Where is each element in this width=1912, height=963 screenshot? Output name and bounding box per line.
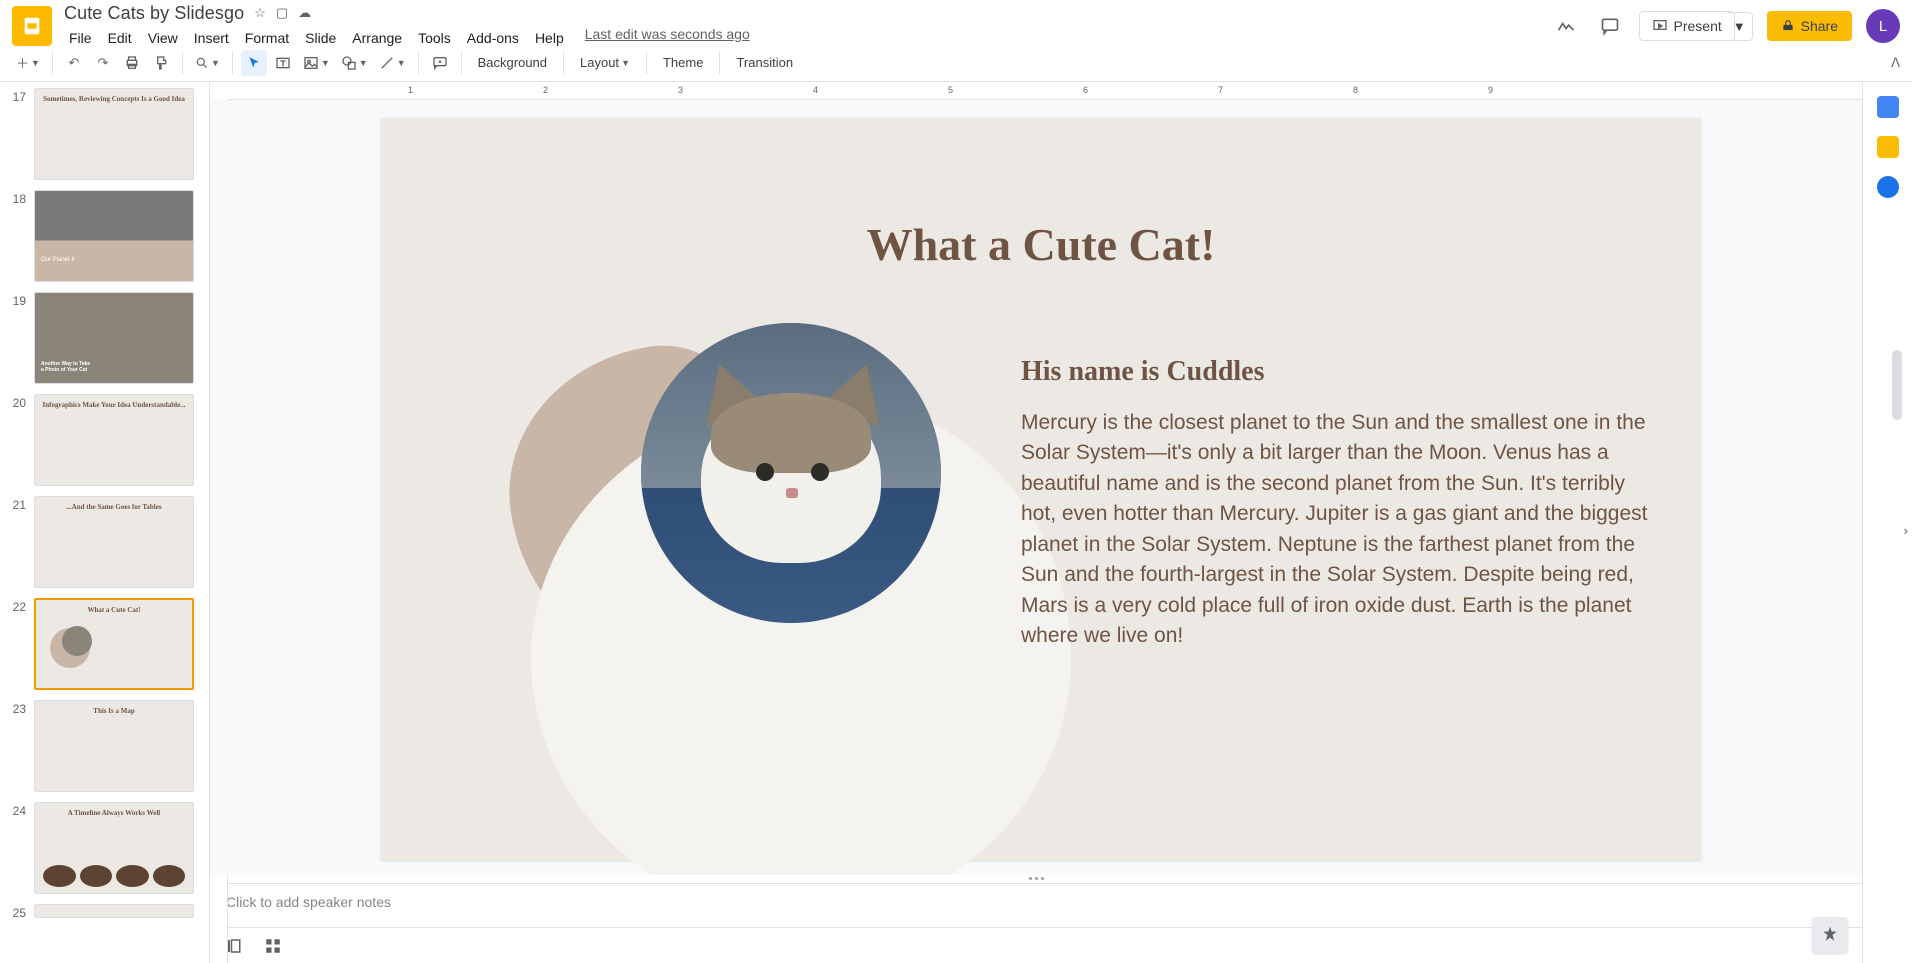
- thumbnail-19[interactable]: Another Way to Take a Photo of Your Cat: [34, 292, 194, 384]
- collapse-toolbar-icon[interactable]: ᐱ: [1891, 55, 1900, 71]
- header: Cute Cats by Slidesgo ☆ ▢ ☁ File Edit Vi…: [0, 0, 1912, 44]
- slide-num: 23: [8, 700, 26, 792]
- thumbnail-21[interactable]: ...And the Same Goes for Tables: [34, 496, 194, 588]
- redo-button[interactable]: ↷: [90, 50, 116, 76]
- app-root: Cute Cats by Slidesgo ☆ ▢ ☁ File Edit Vi…: [0, 0, 1912, 963]
- slide-num: 19: [8, 292, 26, 384]
- slide-body-text[interactable]: Mercury is the closest planet to the Sun…: [1021, 408, 1661, 652]
- slide-subtitle-text[interactable]: His name is Cuddles: [1021, 356, 1265, 388]
- notes-divider[interactable]: [210, 875, 1862, 883]
- zoom-button[interactable]: ▼: [191, 50, 224, 76]
- layout-button[interactable]: Layout▼: [572, 50, 638, 76]
- cat-photo[interactable]: [641, 323, 941, 623]
- thumbnail-23[interactable]: This Is a Map: [34, 700, 194, 792]
- present-button[interactable]: Present: [1639, 11, 1735, 41]
- textbox-tool[interactable]: [270, 50, 296, 76]
- layout-label: Layout: [580, 55, 619, 70]
- share-label: Share: [1801, 18, 1838, 34]
- activity-icon[interactable]: [1551, 11, 1581, 41]
- side-rail: ›: [1862, 82, 1912, 963]
- hide-side-panel-icon[interactable]: ›: [1904, 523, 1908, 538]
- transition-button[interactable]: Transition: [728, 50, 801, 76]
- thumbnail-18[interactable]: Our Planet II: [34, 190, 194, 282]
- slides-logo[interactable]: [12, 6, 52, 46]
- bottom-bar: [210, 927, 1862, 963]
- thumbnail-22[interactable]: What a Cute Cat!: [34, 598, 194, 690]
- theme-button[interactable]: Theme: [655, 50, 711, 76]
- new-slide-button[interactable]: ＋▼: [12, 50, 44, 76]
- slide-num: 24: [8, 802, 26, 894]
- speaker-notes[interactable]: Click to add speaker notes: [210, 883, 1862, 927]
- thumbnail-17[interactable]: Sometimes, Reviewing Concepts Is a Good …: [34, 88, 194, 180]
- line-tool[interactable]: ▼: [375, 50, 410, 76]
- move-icon[interactable]: ▢: [276, 5, 288, 21]
- explore-button[interactable]: [1812, 917, 1848, 953]
- slide-num: 21: [8, 496, 26, 588]
- slide-num: 20: [8, 394, 26, 486]
- thumbnail-25[interactable]: [34, 904, 194, 918]
- canvas-viewport[interactable]: What a Cute Cat! His name is Cuddles Mer…: [210, 100, 1862, 875]
- present-dropdown[interactable]: ▼: [1727, 12, 1753, 41]
- slide-num: 22: [8, 598, 26, 690]
- toolbar: ＋▼ ↶ ↷ ▼ ▼ ▼ ▼ Background Layout▼ Theme …: [0, 44, 1912, 82]
- image-tool[interactable]: ▼: [299, 50, 334, 76]
- undo-button[interactable]: ↶: [61, 50, 87, 76]
- star-icon[interactable]: ☆: [254, 5, 266, 21]
- cloud-status-icon[interactable]: ☁: [298, 5, 311, 21]
- horizontal-ruler: 1 2 3 4 5 6 7 8 9: [228, 82, 1862, 100]
- thumbnail-24[interactable]: A Timeline Always Works Well: [34, 802, 194, 894]
- slide-title-text[interactable]: What a Cute Cat!: [381, 218, 1701, 271]
- present-label: Present: [1674, 18, 1722, 34]
- share-button[interactable]: Share: [1767, 11, 1852, 41]
- document-title[interactable]: Cute Cats by Slidesgo: [64, 3, 244, 24]
- slide-canvas[interactable]: What a Cute Cat! His name is Cuddles Mer…: [381, 118, 1701, 860]
- account-avatar[interactable]: L: [1866, 9, 1900, 43]
- select-tool[interactable]: [241, 50, 267, 76]
- slide-num: 17: [8, 88, 26, 180]
- background-button[interactable]: Background: [470, 50, 555, 76]
- shape-tool[interactable]: ▼: [337, 50, 372, 76]
- slide-filmstrip[interactable]: 17Sometimes, Reviewing Concepts Is a Goo…: [0, 82, 210, 963]
- slide-num: 18: [8, 190, 26, 282]
- paint-format-button[interactable]: [148, 50, 174, 76]
- grid-view-icon[interactable]: [260, 933, 286, 959]
- comment-tool[interactable]: [427, 50, 453, 76]
- print-button[interactable]: [119, 50, 145, 76]
- comments-icon[interactable]: [1595, 11, 1625, 41]
- thumbnail-20[interactable]: Infographics Make Your Idea Understandab…: [34, 394, 194, 486]
- slide-num: 25: [8, 904, 26, 920]
